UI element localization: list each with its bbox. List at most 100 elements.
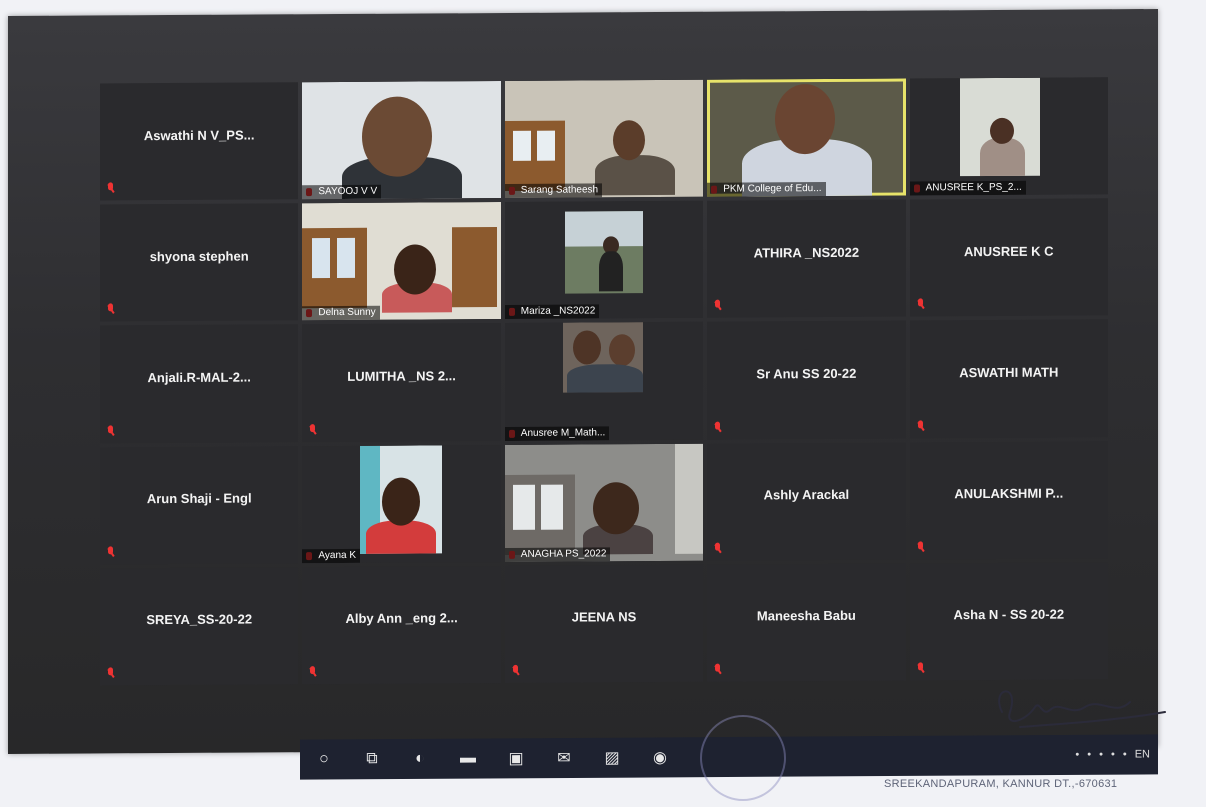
participant-tile[interactable]: JEENA NS <box>504 564 704 683</box>
participant-name-label: Mariza _NS2022 <box>504 304 600 320</box>
language-indicator[interactable]: EN <box>1135 748 1150 760</box>
store-icon[interactable]: ▣ <box>492 738 540 778</box>
onedrive-icon[interactable]: • <box>1111 749 1115 761</box>
cortana-circle-icon[interactable]: ○ <box>300 739 348 779</box>
participant-name: ATHIRA _NS2022 <box>753 244 860 261</box>
handwritten-signature <box>998 690 1166 728</box>
participant-name-label: ANAGHA PS_2022 <box>504 547 611 562</box>
muted-mic-icon <box>106 304 116 316</box>
participant-video: Anusree M_Math... <box>504 322 704 441</box>
participant-tile[interactable]: Asha N - SS 20-22 <box>909 562 1108 681</box>
volume-icon[interactable]: • <box>1099 749 1103 761</box>
participant-tile[interactable]: Delna Sunny <box>302 202 501 321</box>
scene-shape <box>594 154 675 196</box>
participant-tile[interactable]: ANUSREE K_PS_2... <box>909 77 1108 196</box>
participant-video: ANAGHA PS_2022 <box>504 443 704 562</box>
seal-stamp <box>700 715 786 801</box>
participant-tile[interactable]: Maneesha Babu <box>707 563 906 682</box>
scene-shape <box>674 443 703 554</box>
participant-name-label: SAYOOJ V V <box>302 184 382 200</box>
participant-tile[interactable]: ATHIRA _NS2022 <box>707 199 906 319</box>
muted-mic-icon <box>713 421 723 433</box>
scene-shape <box>536 130 555 161</box>
zoom-meeting-screen: Aswathi N V_PS... SAYOOJ V V Sarang Sathee… <box>8 8 1158 754</box>
participant-name: ANUSREE K C <box>964 243 1054 259</box>
participant-name: shyona stephen <box>149 248 249 264</box>
muted-mic-icon <box>106 667 116 679</box>
participant-gallery: Aswathi N V_PS... SAYOOJ V V Sarang Sathee… <box>100 77 1108 686</box>
participant-tile[interactable]: Anusree M_Math... <box>504 322 704 441</box>
scene-shape <box>775 83 836 155</box>
participant-tile[interactable]: shyona stephen <box>100 203 299 322</box>
participant-name-label: ANUSREE K_PS_2... <box>909 180 1026 196</box>
participant-name: JEENA NS <box>571 609 637 625</box>
participant-tile[interactable]: ASWATHI MATH <box>909 319 1108 439</box>
participant-video: Ayana K <box>302 444 501 563</box>
muted-mic-icon <box>916 662 926 674</box>
participant-name: ASWATHI MATH <box>959 364 1059 381</box>
participant-video: Mariza _NS2022 <box>504 200 704 320</box>
participant-name-label: Delna Sunny <box>302 306 380 321</box>
participant-video: SAYOOJ V V <box>302 80 501 200</box>
system-tray: • • • • • EN <box>1075 748 1158 761</box>
participant-video: Sarang Satheesh <box>504 79 704 199</box>
muted-mic-icon <box>916 420 926 432</box>
participant-tile[interactable]: ANUSREE K C <box>909 198 1108 317</box>
task-view-icon[interactable]: ⧉ <box>348 739 396 779</box>
participant-tile[interactable]: Sarang Satheesh <box>504 79 704 199</box>
participant-tile[interactable]: Alby Ann _eng 2... <box>302 565 501 685</box>
muted-mic-icon <box>916 541 926 553</box>
scene-shape <box>598 251 623 292</box>
participant-tile[interactable]: Aswathi N V_PS... <box>100 82 299 201</box>
participant-tile[interactable]: Sr Anu SS 20-22 <box>707 320 906 440</box>
participant-tile[interactable]: PKM College of Edu... <box>707 78 906 197</box>
zoom-app-icon[interactable]: ◉ <box>636 737 684 777</box>
participant-tile[interactable]: ANAGHA PS_2022 <box>504 443 704 562</box>
edge-browser-icon[interactable]: ◐ <box>396 739 444 779</box>
participant-tile[interactable]: SREYA_SS-20-22 <box>100 567 299 686</box>
participant-name-label: Ayana K <box>302 548 361 563</box>
participant-name: Aswathi N V_PS... <box>143 127 255 143</box>
participant-video: PKM College of Edu... <box>707 78 906 197</box>
muted-mic-icon <box>308 424 318 436</box>
participant-tile[interactable]: Ayana K <box>302 444 501 563</box>
muted-mic-icon <box>916 299 926 311</box>
wifi-icon[interactable]: • <box>1123 749 1127 761</box>
muted-mic-icon <box>713 664 723 676</box>
scene-shape <box>312 238 331 279</box>
participant-name: Sr Anu SS 20-22 <box>756 365 857 382</box>
chevron-up-icon[interactable]: • <box>1075 749 1079 761</box>
muted-mic-icon <box>106 183 116 195</box>
mail-icon[interactable]: ✉ <box>540 738 588 778</box>
participant-tile[interactable]: Ashly Arackal <box>707 442 906 561</box>
muted-mic-icon <box>713 542 723 554</box>
muted-mic-icon <box>511 665 521 677</box>
participant-name: SREYA_SS-20-22 <box>146 611 253 628</box>
participant-name: Alby Ann _eng 2... <box>345 610 458 627</box>
participant-tile[interactable]: Anjali.R-MAL-2... <box>100 324 299 444</box>
participant-tile[interactable]: SAYOOJ V V <box>302 80 501 200</box>
scene-shape <box>512 484 535 530</box>
participant-name-label: PKM College of Edu... <box>707 182 826 197</box>
participant-video: ANUSREE K_PS_2... <box>909 77 1108 196</box>
stamp-address: SREEKANDAPURAM, KANNUR DT.,-670631 <box>884 778 1118 790</box>
participant-tile[interactable]: ANULAKSHMI P... <box>909 440 1108 560</box>
scene-shape <box>452 227 498 308</box>
photos-icon[interactable]: ▨ <box>588 738 636 778</box>
scene-shape <box>512 130 531 161</box>
participant-name: Ashly Arackal <box>763 486 850 503</box>
participant-name: LUMITHA _NS 2... <box>347 368 456 384</box>
file-explorer-icon[interactable]: ▬ <box>444 738 492 778</box>
participant-tile[interactable]: LUMITHA _NS 2... <box>302 323 501 442</box>
muted-mic-icon <box>106 425 116 437</box>
network-icon[interactable]: • <box>1087 749 1091 761</box>
scene-shape <box>337 238 356 279</box>
participant-name: Arun Shaji - Engl <box>146 490 252 507</box>
muted-mic-icon <box>713 300 723 312</box>
scene-shape <box>566 364 643 393</box>
participant-tile[interactable]: Arun Shaji - Engl <box>100 445 299 565</box>
muted-mic-icon <box>308 666 318 678</box>
participant-tile[interactable]: Mariza _NS2022 <box>504 200 704 320</box>
scene-shape <box>382 477 421 526</box>
participant-name: Maneesha Babu <box>756 608 856 624</box>
